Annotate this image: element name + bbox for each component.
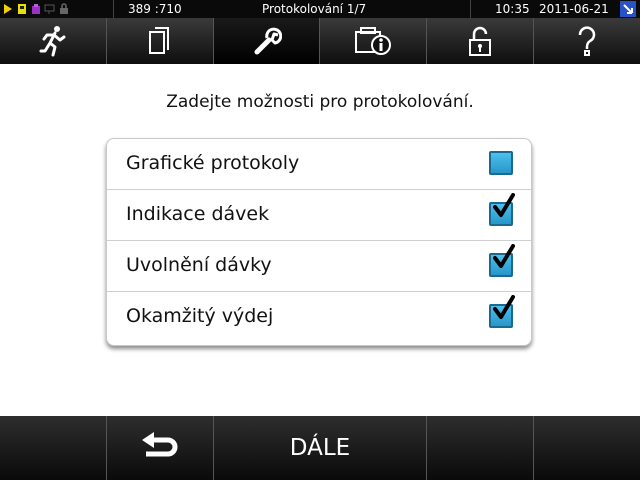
status-time: 10:35 [495,2,530,16]
tab-lock[interactable] [427,18,535,64]
tab-help[interactable] [534,18,640,64]
bottom-bar: DÁLE [0,416,640,480]
status-divider [113,0,114,18]
options-list: Grafické protokoly Indikace dávek Uvolně… [106,138,532,346]
bottom-empty-slot [0,416,107,480]
option-label: Uvolnění dávky [126,254,272,276]
tab-info[interactable] [320,18,428,64]
network-icon [44,2,55,16]
package-icon [30,2,41,16]
card-icon [16,2,27,16]
checkmark-icon [493,193,515,217]
padlock-icon [469,26,492,56]
checkbox-batch-release[interactable] [489,244,515,277]
cycle-counter: 389 :710 [128,2,182,16]
option-graphic-logs[interactable]: Grafické protokoly [107,139,531,190]
tab-settings[interactable] [213,18,321,64]
checkbox-box [489,151,513,175]
status-bar: 389 :710 Protokolování 1/7 10:35 2011-06… [0,0,640,18]
option-label: Indikace dávek [126,203,270,225]
documents-icon [148,27,169,54]
status-date: 2011-06-21 [539,2,609,16]
checkmark-icon [493,244,515,268]
back-arrow-icon [142,432,178,457]
checkbox-graphic-logs[interactable] [489,151,513,175]
back-button[interactable] [107,416,214,480]
help-icon [578,26,596,56]
screen-title: Protokolování 1/7 [262,2,367,16]
bottom-empty-slot [534,416,640,480]
status-icons [2,2,69,16]
checkbox-batch-indication[interactable] [489,193,515,226]
runner-icon [39,26,66,57]
checkbox-immediate-dispense[interactable] [489,295,515,328]
wrench-icon [254,27,282,55]
tab-logs[interactable] [107,18,214,64]
status-divider [470,0,471,18]
folder-info-icon [355,27,392,55]
play-icon [2,2,13,16]
instruction-text: Zadejte možnosti pro protokolování. [166,92,474,112]
option-batch-release[interactable]: Uvolnění dávky [107,241,531,292]
option-batch-indication[interactable]: Indikace dávek [107,190,531,241]
tab-program[interactable] [0,18,107,64]
option-label: Grafické protokoly [126,152,300,174]
option-immediate-dispense[interactable]: Okamžitý výdej [107,292,531,343]
option-label: Okamžitý výdej [126,305,274,327]
next-button-label: DÁLE [289,435,351,461]
checkmark-icon [493,295,515,319]
status-corner-indicator [620,1,636,17]
main-navigation [0,18,640,64]
next-button[interactable]: DÁLE [214,416,427,480]
bottom-empty-slot [427,416,534,480]
lock-small-icon [58,2,69,16]
